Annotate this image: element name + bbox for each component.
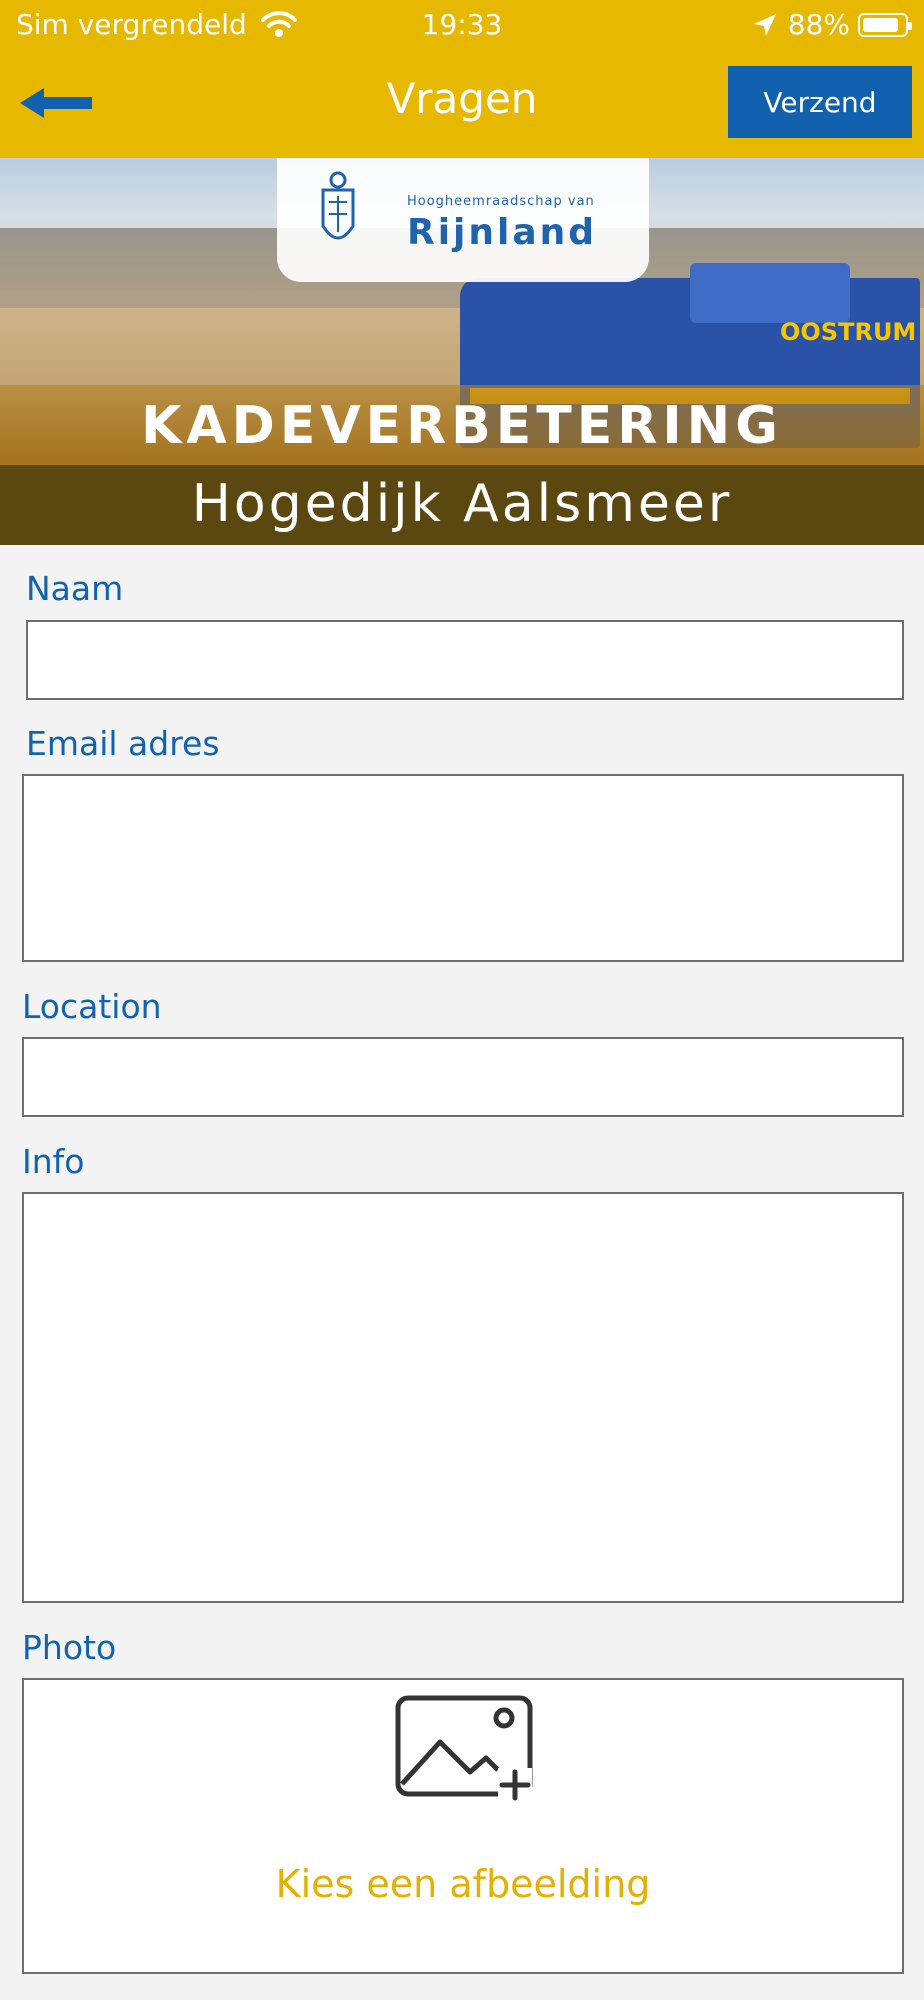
- status-bar: Sim vergrendeld 19:33 88%: [0, 0, 924, 50]
- photo-picker[interactable]: Kies een afbeelding: [22, 1678, 904, 1974]
- logo-brand: Rijnland: [407, 212, 598, 253]
- header-banner: OOSTRUM Hoogheemraadschap van Rijnland K…: [0, 158, 924, 545]
- email-label: Email adres: [26, 724, 220, 763]
- add-image-icon: [395, 1695, 533, 1802]
- banner-subtitle: Hogedijk Aalsmeer: [191, 474, 733, 534]
- banner-title: KADEVERBETERING: [141, 396, 783, 456]
- location-field[interactable]: [22, 1037, 904, 1117]
- photo-label: Photo: [22, 1628, 117, 1667]
- location-label: Location: [22, 987, 162, 1026]
- nav-bar: Vragen Verzend: [0, 50, 924, 158]
- rijnland-logo: Hoogheemraadschap van Rijnland: [277, 158, 649, 282]
- info-textarea[interactable]: [22, 1192, 904, 1603]
- send-button[interactable]: Verzend: [728, 66, 912, 138]
- battery-percent: 88%: [787, 8, 850, 41]
- location-arrow-icon: [753, 13, 776, 36]
- email-field[interactable]: [22, 774, 904, 962]
- crest-icon: [321, 171, 355, 240]
- logo-subtitle: Hoogheemraadschap van: [407, 194, 595, 209]
- excavator-cab: [690, 263, 850, 323]
- info-label: Info: [22, 1142, 85, 1181]
- name-field[interactable]: [26, 620, 904, 700]
- excavator-logo: OOSTRUM: [780, 318, 917, 346]
- status-right: 88%: [752, 8, 912, 41]
- battery-icon: [858, 12, 912, 37]
- name-label: Naam: [26, 569, 124, 608]
- choose-image-label: Kies een afbeelding: [275, 1862, 651, 1906]
